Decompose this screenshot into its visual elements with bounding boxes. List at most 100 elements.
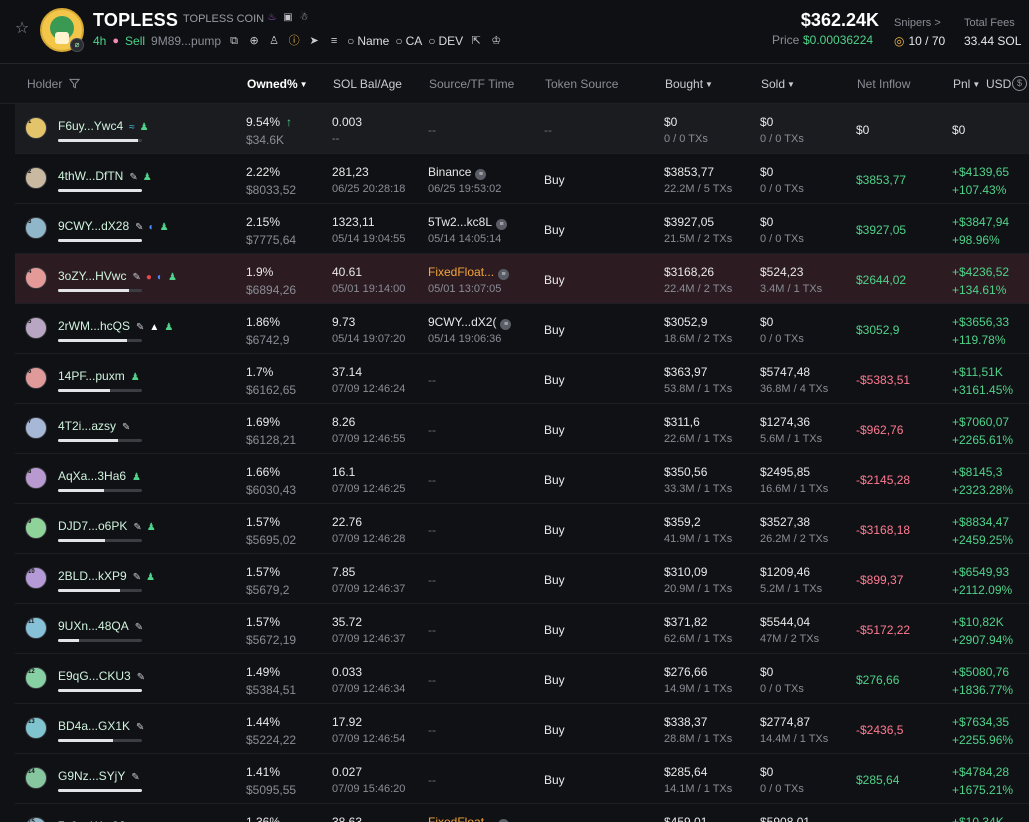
- avatar[interactable]: 8: [25, 467, 47, 489]
- pnl-percent: +3161.45%: [952, 383, 1014, 397]
- telegram-icon[interactable]: ➤: [307, 34, 321, 48]
- holder-address[interactable]: 3oZY...HVwc ✎ ● ◐ ♟: [58, 269, 177, 283]
- user-icon: ♟: [159, 222, 169, 233]
- holder-address[interactable]: E9qG...CKU3 ✎: [58, 669, 145, 683]
- funding-source[interactable]: 9CWY...dX2(≡: [428, 315, 512, 330]
- filter-icon[interactable]: [68, 78, 80, 89]
- avatar[interactable]: 12: [25, 667, 47, 689]
- wallet-age: 05/14 19:07:20: [332, 333, 406, 345]
- edit-icon[interactable]: ✎: [133, 522, 141, 533]
- external-link-icon[interactable]: ⇱: [469, 34, 483, 48]
- avatar[interactable]: 11: [25, 617, 47, 639]
- funding-source[interactable]: 5Tw2...kc8L ≡: [428, 215, 508, 230]
- edit-icon[interactable]: ✎: [133, 572, 141, 583]
- currency-toggle-icon[interactable]: $: [1012, 76, 1027, 91]
- avatar[interactable]: 2: [25, 167, 47, 189]
- funding-source[interactable]: Binance ≡: [428, 165, 487, 180]
- avatar[interactable]: 9: [25, 517, 47, 539]
- net-inflow: -$2436,5: [856, 723, 904, 737]
- holder-address[interactable]: 2rWM...hcQS ✎ ▲ ♟: [58, 319, 173, 333]
- col-owned[interactable]: Owned% ▼: [247, 77, 308, 91]
- edit-icon[interactable]: ✎: [132, 272, 140, 283]
- col-sold[interactable]: Sold ▼: [761, 77, 795, 91]
- table-row[interactable]: 5 2rWM...hcQS ✎ ▲ ♟ 1.86% $6742,9 9.73 05/1…: [15, 304, 1029, 354]
- rank-badge: 10: [28, 569, 35, 575]
- col-bought[interactable]: Bought ▼: [665, 77, 713, 91]
- funding-source[interactable]: FixedFloat...≡: [428, 815, 510, 822]
- table-row[interactable]: 11 9UXn...48QA ✎ 1.57% $5672,19 35.72 07/…: [15, 604, 1029, 654]
- table-row[interactable]: 12 E9qG...CKU3 ✎ 1.49% $5384,51 0.033 07/…: [15, 654, 1029, 704]
- holder-address[interactable]: 14PF...puxm ♟: [58, 369, 140, 383]
- avatar[interactable]: 1: [25, 117, 47, 139]
- search-ca-chip[interactable]: ○ CA: [395, 34, 422, 48]
- avatar[interactable]: 5: [25, 317, 47, 339]
- source-empty: --: [428, 623, 436, 637]
- contract-address[interactable]: 9M89...pump: [151, 34, 221, 48]
- table-row[interactable]: 7 4T2i...azsy ✎ 1.69% $6128,21 8.26 07/09…: [15, 404, 1029, 454]
- globe-icon[interactable]: ⊕: [247, 34, 261, 48]
- person-icon[interactable]: ♙: [267, 34, 281, 48]
- holder-address[interactable]: BD4a...GX1K ✎: [58, 719, 144, 733]
- col-pnl[interactable]: Pnl ▼: [953, 77, 980, 91]
- search-dev-chip[interactable]: ○ DEV: [428, 34, 463, 48]
- holder-address[interactable]: 4T2i...azsy ✎: [58, 419, 130, 433]
- edit-icon[interactable]: ✎: [135, 222, 143, 233]
- col-token-source[interactable]: Token Source: [545, 77, 618, 91]
- table-row[interactable]: 9 DJD7...o6PK ✎ ♟ 1.57% $5695,02 22.76 07/…: [15, 504, 1029, 554]
- table-row[interactable]: 3 9CWY...dX28 ✎ ◐ ♟ 2.15% $7775,64 1323,11 …: [15, 204, 1029, 254]
- table-row[interactable]: 13 BD4a...GX1K ✎ 1.44% $5224,22 17.92 07/…: [15, 704, 1029, 754]
- snipers-link[interactable]: Snipers >: [894, 17, 941, 29]
- owned-usd: $6742,9: [246, 333, 290, 347]
- edit-icon[interactable]: ✎: [137, 672, 145, 683]
- token-source: Buy: [544, 673, 565, 687]
- col-sol-bal[interactable]: SOL Bal/Age: [333, 77, 402, 91]
- crown-icon[interactable]: ♔: [489, 34, 503, 48]
- menu-circle-icon[interactable]: ≡: [327, 34, 341, 48]
- table-row[interactable]: 2 4thW...DfTN ✎ ♟ 2.22% $8033,52 281,23 06…: [15, 154, 1029, 204]
- token-meta-row: 4h ● Sell 9M89...pump ⧉ ⊕ ♙ ⓘ ➤ ≡ ○ Name …: [93, 33, 503, 49]
- table-row[interactable]: 1 F6uy...Ywc4 ≈ ♟ 9.54% ↑ $34.6K 0.003 -- -…: [15, 104, 1029, 154]
- warning-icon[interactable]: ⓘ: [287, 34, 301, 48]
- avatar[interactable]: 7: [25, 417, 47, 439]
- favorite-star-icon[interactable]: ☆: [13, 20, 31, 38]
- search-name-chip[interactable]: ○ Name: [347, 34, 389, 48]
- holder-address[interactable]: G9Nz...SYjY ✎: [58, 769, 140, 783]
- table-row[interactable]: 10 2BLD...kXP9 ✎ ♟ 1.57% $5679,2 7.85 07/0…: [15, 554, 1029, 604]
- table-row[interactable]: 14 G9Nz...SYjY ✎ 1.41% $5095,55 0.027 07/…: [15, 754, 1029, 804]
- avatar[interactable]: 15: [25, 817, 47, 822]
- copy-icon[interactable]: ⧉: [227, 34, 241, 48]
- edit-icon[interactable]: ✎: [122, 422, 130, 433]
- avatar[interactable]: 3: [25, 217, 47, 239]
- holder-address[interactable]: AqXa...3Ha6 ♟: [58, 469, 141, 483]
- avatar[interactable]: 13: [25, 717, 47, 739]
- avatar[interactable]: 6: [25, 367, 47, 389]
- token-source: Buy: [544, 423, 565, 437]
- holder-tags: ✎ ● ◐ ♟: [132, 272, 176, 283]
- funding-source[interactable]: FixedFloat...≡: [428, 265, 510, 280]
- col-net-inflow[interactable]: Net Inflow: [857, 77, 910, 91]
- holder-address[interactable]: 4thW...DfTN ✎ ♟: [58, 169, 152, 183]
- edit-icon[interactable]: ✎: [129, 172, 137, 183]
- edit-icon[interactable]: ✎: [136, 322, 144, 333]
- holder-address[interactable]: 9CWY...dX28 ✎ ◐ ♟: [58, 219, 169, 233]
- holder-address[interactable]: 9UXn...48QA ✎: [58, 619, 143, 633]
- holder-tags: ♟: [131, 372, 140, 383]
- avatar[interactable]: 14: [25, 767, 47, 789]
- avatar[interactable]: 10: [25, 567, 47, 589]
- edit-icon[interactable]: ✎: [131, 772, 139, 783]
- holder-address[interactable]: DJD7...o6PK ✎ ♟: [58, 519, 156, 533]
- table-row[interactable]: 4 3oZY...HVwc ✎ ● ◐ ♟ 1.9% $6894,26 40.61 05…: [15, 254, 1029, 304]
- table-row[interactable]: 6 14PF...puxm ♟ 1.7% $6162,65 37.14 07/09…: [15, 354, 1029, 404]
- sold-amount: $524,23: [760, 265, 804, 279]
- holder-address[interactable]: 2BLD...kXP9 ✎ ♟: [58, 569, 155, 583]
- table-row[interactable]: 8 AqXa...3Ha6 ♟ 1.66% $6030,43 16.1 07/09…: [15, 454, 1029, 504]
- sol-balance: 1323,11: [332, 215, 375, 229]
- link-badge-icon[interactable]: ⌀: [70, 38, 84, 52]
- edit-icon[interactable]: ✎: [136, 722, 144, 733]
- col-holder[interactable]: Holder: [27, 77, 80, 91]
- table-row[interactable]: 15 7y6t...Wm2J✎♟ 1.36% 38.63 FixedFloat.…: [15, 804, 1029, 822]
- col-source[interactable]: Source/TF Time: [429, 77, 514, 91]
- holder-address[interactable]: F6uy...Ywc4 ≈ ♟: [58, 119, 149, 133]
- avatar[interactable]: 4: [25, 267, 47, 289]
- edit-icon[interactable]: ✎: [135, 622, 143, 633]
